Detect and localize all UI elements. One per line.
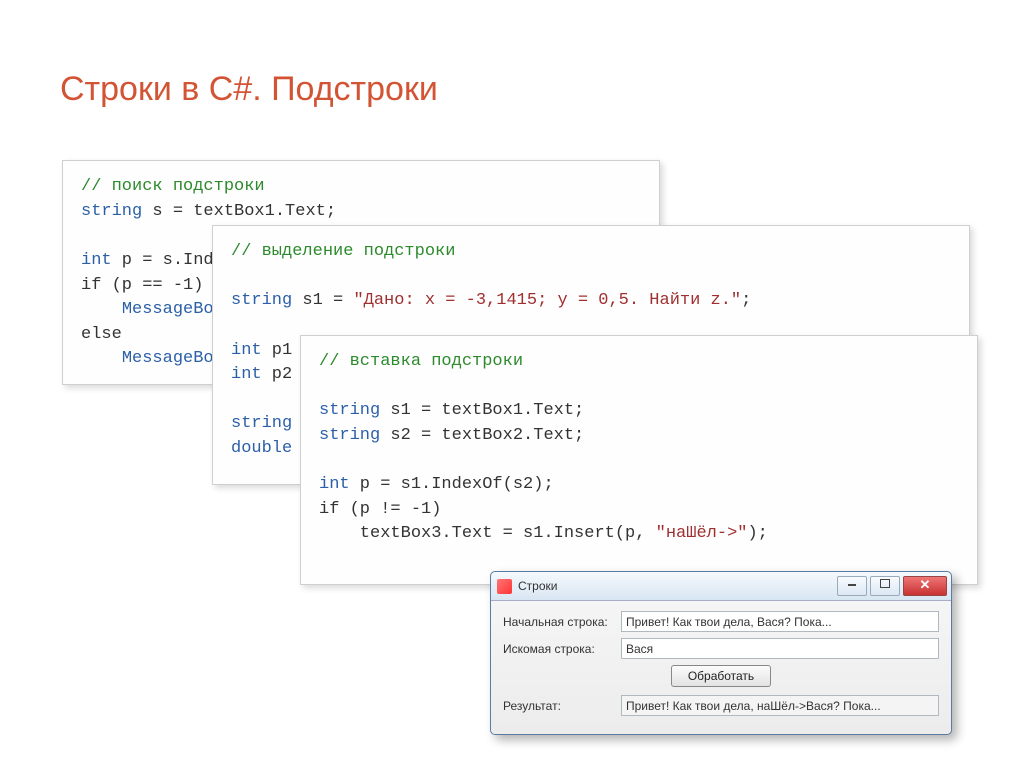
close-button[interactable]: ✕ (903, 576, 947, 596)
row-initial: Начальная строка: (503, 611, 939, 632)
row-result: Результат: (503, 695, 939, 716)
dialog-titlebar[interactable]: Строки ✕ (491, 572, 951, 601)
dialog-title: Строки (518, 579, 557, 593)
maximize-button[interactable] (870, 576, 900, 596)
code-token: string (319, 426, 380, 445)
code-token: s1 = (292, 291, 353, 310)
code-token: "наШёл->" (656, 524, 748, 543)
code-token: ; (741, 291, 751, 310)
code-token: if (p != -1) (319, 500, 441, 519)
app-icon (497, 579, 512, 594)
code-token: string (231, 414, 292, 433)
label-result: Результат: (503, 699, 621, 713)
code-token: int (231, 365, 262, 384)
input-search[interactable] (621, 638, 939, 659)
row-search: Искомая строка: (503, 638, 939, 659)
label-search: Искомая строка: (503, 642, 621, 656)
code-token (81, 300, 122, 319)
code-comment: // поиск подстроки (81, 177, 265, 196)
code-token: s2 = textBox2.Text; (380, 426, 584, 445)
code-token: MessageBox (122, 300, 224, 319)
process-button[interactable]: Обработать (671, 665, 771, 687)
label-initial: Начальная строка: (503, 615, 621, 629)
window-controls: ✕ (837, 576, 951, 596)
code-token: int (81, 251, 112, 270)
code-token: p = s1.IndexOf(s2); (350, 475, 554, 494)
dialog-window: Строки ✕ Начальная строка: Искомая строк… (490, 571, 952, 735)
code-card-insert: // вставка подстроки string s1 = textBox… (300, 335, 978, 585)
output-result (621, 695, 939, 716)
code-token: string (231, 291, 292, 310)
code-token: double (231, 439, 292, 458)
code-token: string (81, 202, 142, 221)
code-comment: // вставка подстроки (319, 352, 523, 371)
code-token: s = textBox1.Text; (142, 202, 336, 221)
code-token: textBox3.Text = s1.Insert(p, (319, 524, 656, 543)
slide-title: Строки в C#. Подстроки (60, 70, 974, 109)
code-comment: // выделение подстроки (231, 242, 455, 261)
code-token: string (319, 401, 380, 420)
dialog-body: Начальная строка: Искомая строка: Обрабо… (491, 601, 951, 734)
code-token: "Дано: x = -3,1415; y = 0,5. Найти z." (353, 291, 741, 310)
minimize-button[interactable] (837, 576, 867, 596)
code-token: p = s.Inde (112, 251, 224, 270)
code-token: MessageBox (122, 349, 224, 368)
code-token: if (p == -1) (81, 276, 203, 295)
input-initial[interactable] (621, 611, 939, 632)
code-token: int (319, 475, 350, 494)
code-token: int (231, 341, 262, 360)
code-token: ); (747, 524, 767, 543)
slide-container: Строки в C#. Подстроки // поиск подстрок… (0, 0, 1024, 767)
code-token: s1 = textBox1.Text; (380, 401, 584, 420)
code-token: else (81, 325, 122, 344)
row-button: Обработать (503, 665, 939, 687)
code-token (81, 349, 122, 368)
